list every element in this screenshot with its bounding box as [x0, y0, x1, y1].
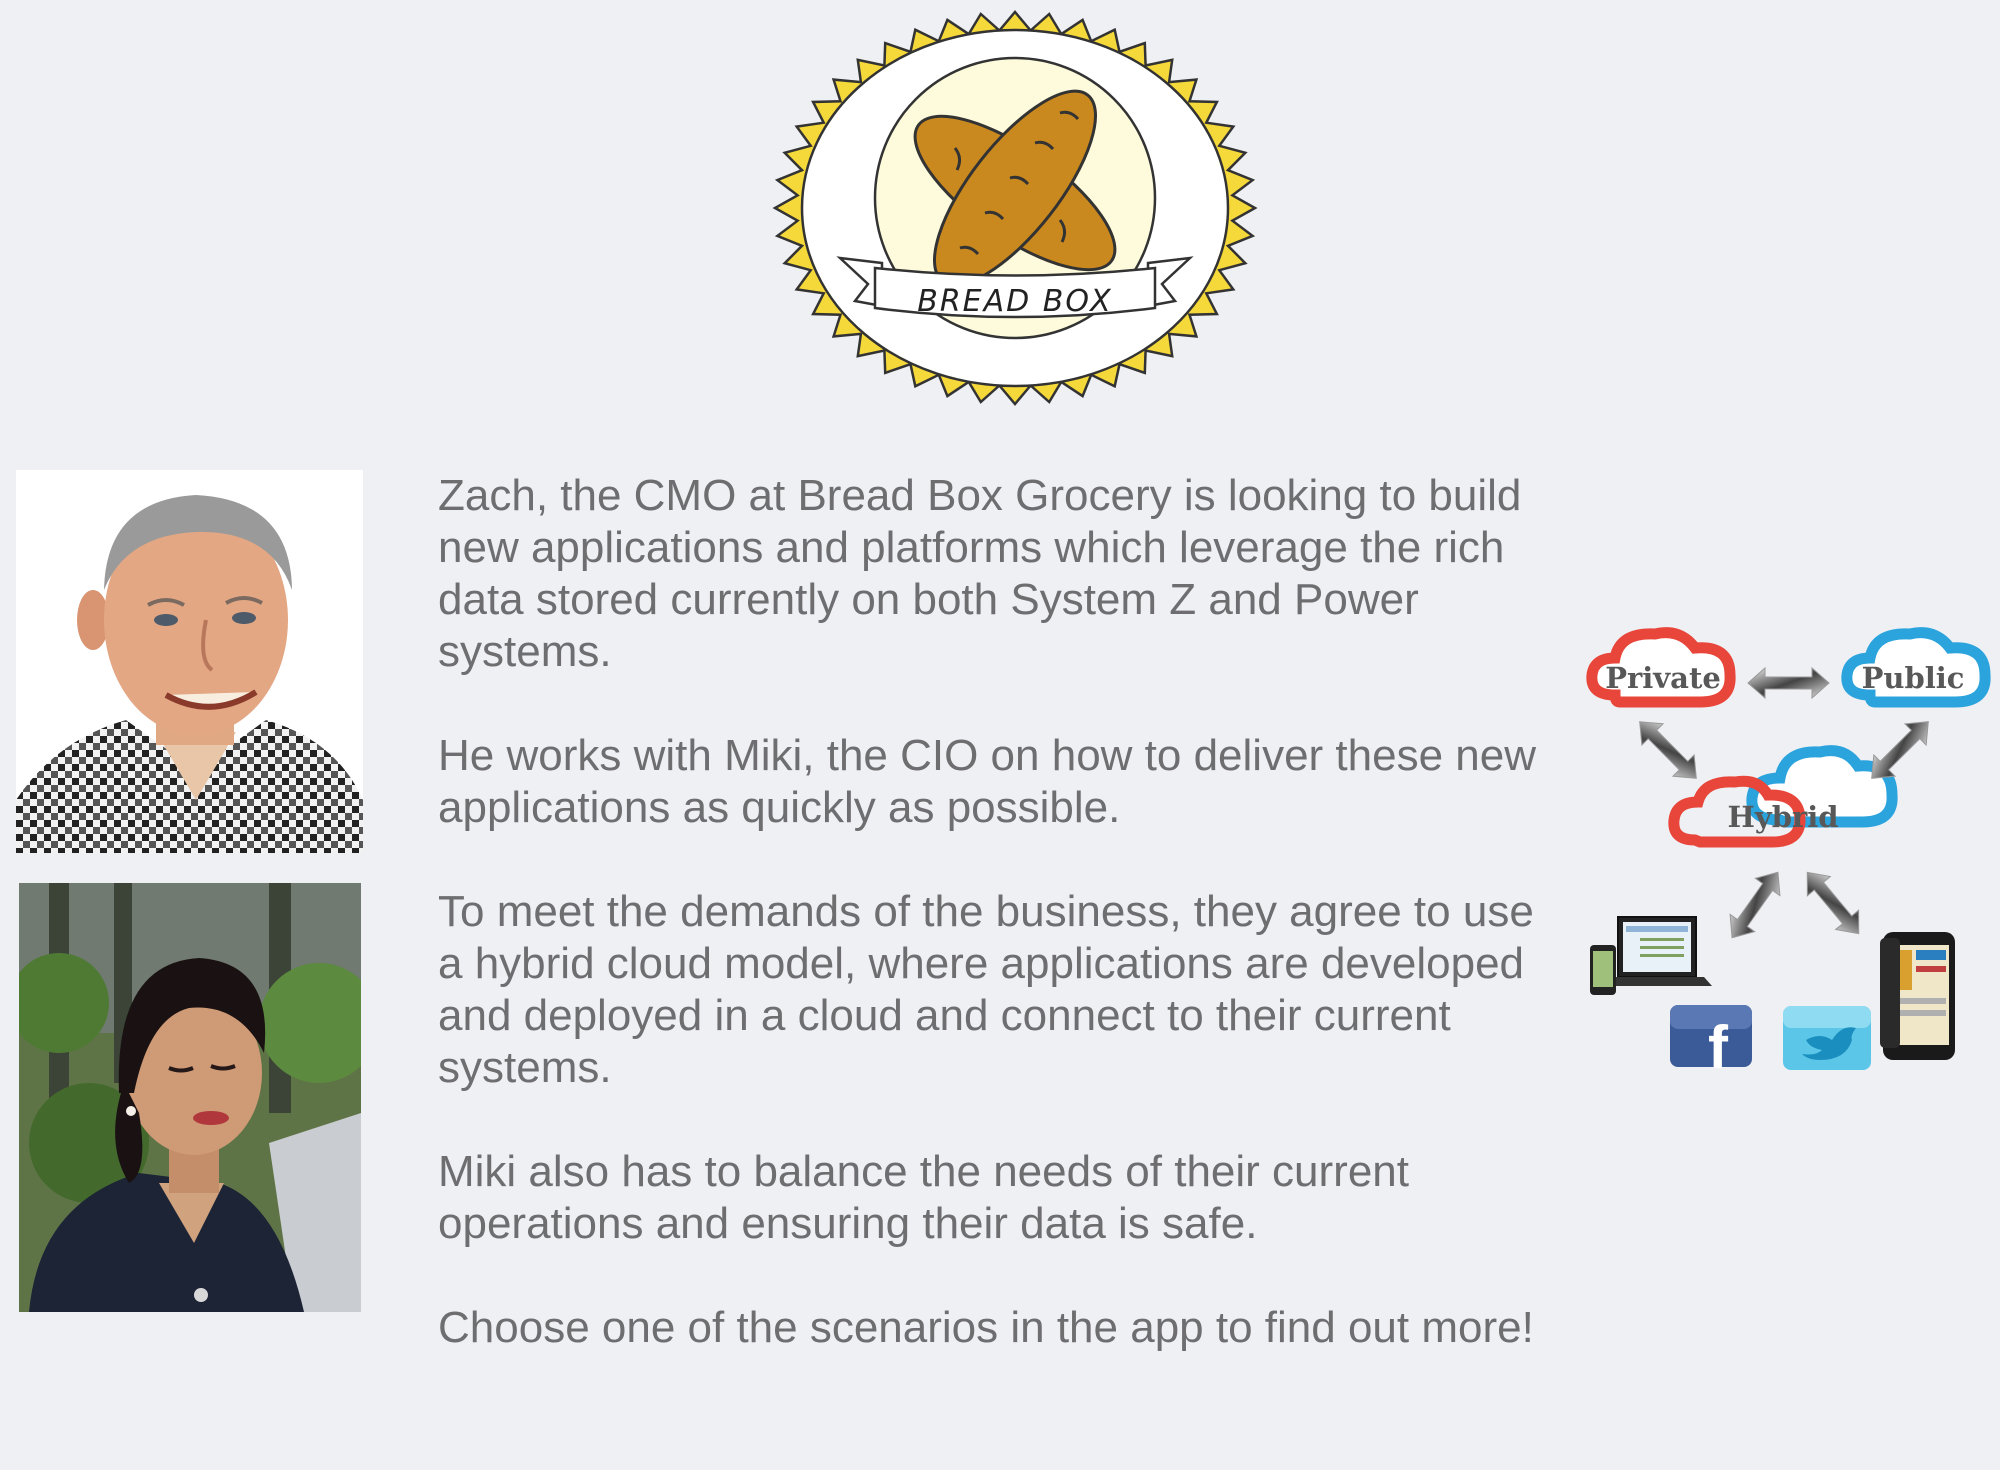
- svg-text:f: f: [1708, 1014, 1729, 1080]
- story-paragraph: Choose one of the scenarios in the app t…: [438, 1303, 1534, 1352]
- laptop-phone-icon: [1590, 916, 1712, 995]
- public-cloud-icon: Public: [1841, 627, 1991, 708]
- bread-box-logo-graphic: BREAD BOX: [772, 10, 1258, 406]
- hybrid-cloud-diagram: Private Public Hybrid f: [1580, 620, 2000, 1081]
- twitter-icon: [1783, 1006, 1871, 1070]
- bread-box-logo: BREAD BOX: [770, 8, 1260, 408]
- arrow-icon: [1806, 871, 1860, 935]
- story-paragraph: He works with Miki, the CIO on how to de…: [438, 731, 1537, 832]
- story-paragraph: Zach, the CMO at Bread Box Grocery is lo…: [438, 471, 1522, 676]
- logo-text: BREAD BOX: [917, 284, 1112, 319]
- miki-photo: [19, 883, 361, 1312]
- hybrid-cloud-label: Hybrid: [1727, 800, 1838, 834]
- facebook-icon: f: [1670, 1005, 1752, 1081]
- private-cloud-label: Private: [1605, 661, 1721, 695]
- zach-portrait: [16, 470, 363, 853]
- arrow-icon: [1729, 871, 1781, 939]
- story-paragraph: To meet the demands of the business, the…: [438, 887, 1534, 1092]
- hybrid-cloud-icon: Hybrid: [1668, 745, 1898, 848]
- story-paragraph: Miki also has to balance the needs of th…: [438, 1147, 1409, 1248]
- private-cloud-icon: Private: [1586, 627, 1736, 708]
- arrow-icon: [1747, 666, 1830, 700]
- arrow-icon: [1871, 721, 1929, 779]
- miki-portrait: [19, 883, 361, 1312]
- public-cloud-label: Public: [1862, 661, 1965, 695]
- arrow-icon: [1639, 721, 1697, 779]
- smartphone-icon: [1880, 932, 1955, 1060]
- zach-photo: [16, 470, 363, 853]
- hybrid-cloud-diagram-graphic: Private Public Hybrid f: [1586, 627, 1991, 1081]
- story-text: Zach, the CMO at Bread Box Grocery is lo…: [438, 470, 1558, 1406]
